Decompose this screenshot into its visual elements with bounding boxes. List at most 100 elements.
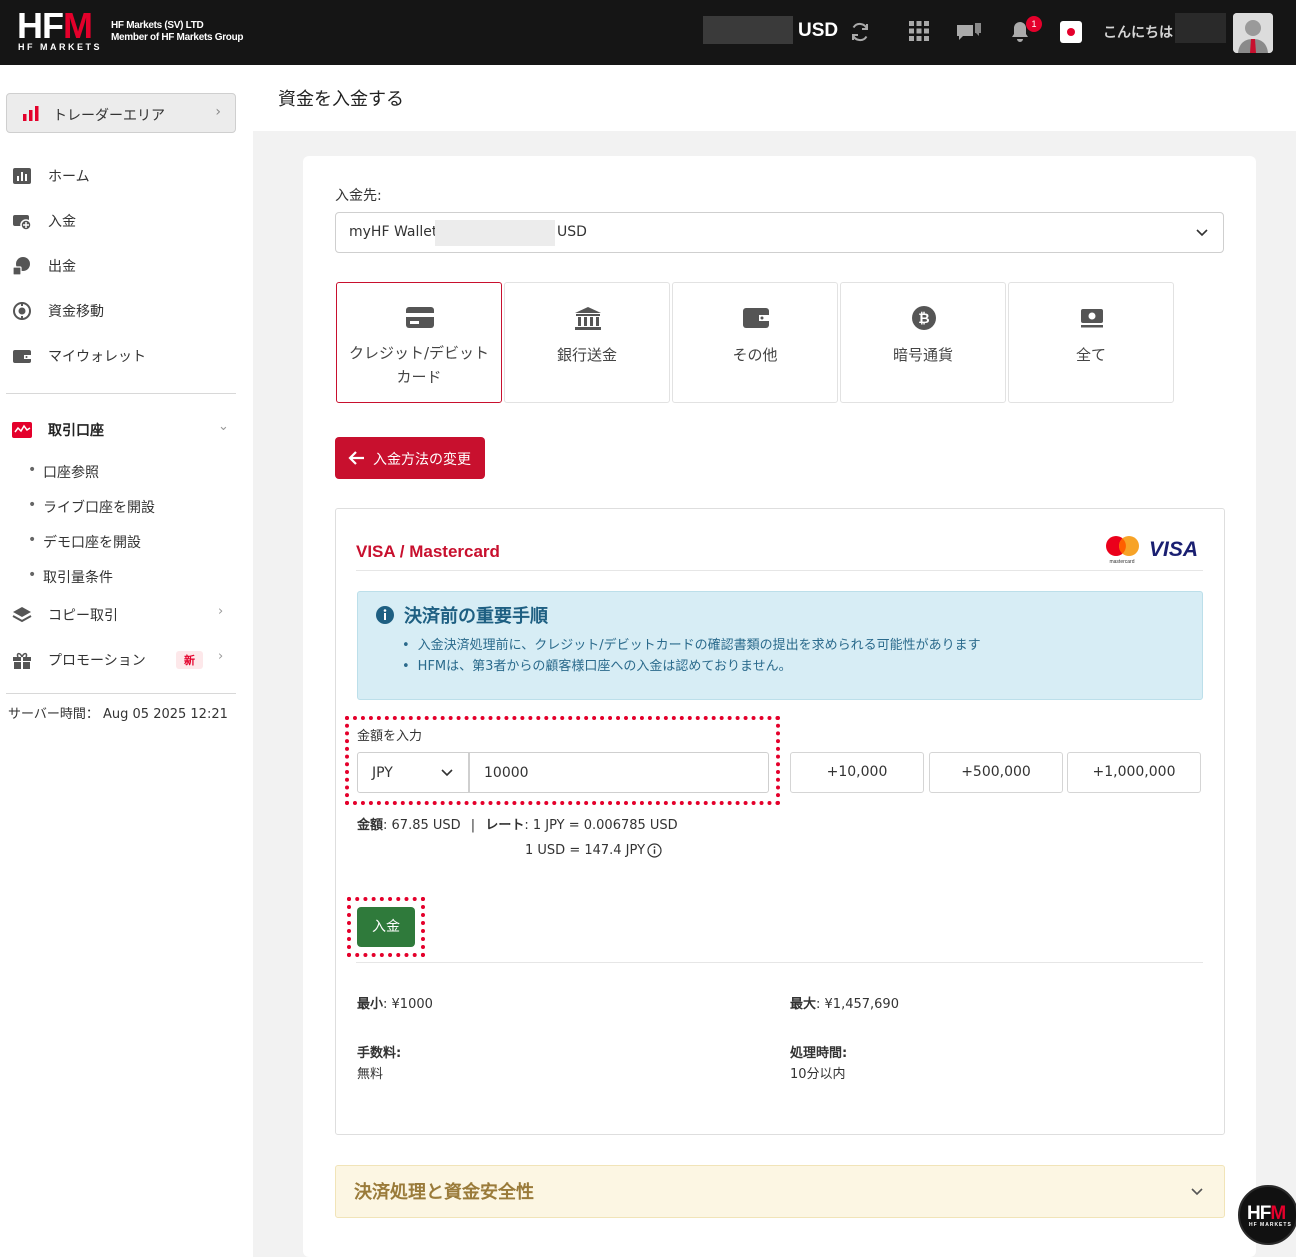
quick-add-500000-button[interactable]: +500,000 bbox=[929, 752, 1063, 793]
chevron-down-icon bbox=[1196, 229, 1208, 237]
deposit-button[interactable]: 入金 bbox=[357, 907, 415, 947]
sidebar-item-label: マイウォレット bbox=[48, 349, 146, 365]
reverse-rate: 1 USD = 147.4 JPY bbox=[525, 843, 646, 858]
logo-subtitle: HF MARKETS bbox=[18, 42, 102, 52]
chevron-right-icon: › bbox=[218, 649, 224, 664]
method-label: クレジット/デビットカード bbox=[348, 344, 490, 386]
sidebar-subitem-accounts[interactable]: 口座参照 bbox=[28, 462, 99, 482]
visa-text: VISA bbox=[1149, 538, 1198, 561]
bitcoin-icon: ₿ bbox=[912, 306, 936, 330]
card-brands-logo: mastercard VISA bbox=[1106, 536, 1198, 565]
method-label: 銀行送金 bbox=[556, 346, 617, 364]
wallet-icon bbox=[743, 308, 769, 328]
max-amount: 最大: ¥1,457,690 bbox=[790, 997, 899, 1012]
sidebar-item-trading-accounts[interactable]: 取引口座 ⌄ bbox=[0, 415, 253, 445]
amount-input[interactable] bbox=[469, 752, 769, 793]
balance-currency: USD bbox=[798, 20, 839, 41]
deposit-icon bbox=[13, 215, 32, 231]
chat-icon[interactable] bbox=[955, 20, 983, 44]
info-item: 入金決済処理前に、クレジット/デビットカードの確認書類の提出を求められる可能性が… bbox=[402, 634, 981, 653]
sidebar-item-label: ホーム bbox=[48, 169, 90, 185]
method-label: 暗号通貨 bbox=[892, 346, 953, 364]
fee-value: 無料 bbox=[357, 1067, 384, 1082]
currency-select[interactable]: JPY bbox=[357, 752, 469, 793]
sidebar-item-withdraw[interactable]: 出金 bbox=[0, 251, 253, 281]
page-title: 資金を入金する bbox=[278, 89, 404, 110]
method-other[interactable]: その他 bbox=[672, 282, 838, 403]
bar-chart-icon bbox=[23, 106, 39, 121]
sidebar-item-copy-trading[interactable]: コピー取引 › bbox=[0, 600, 253, 630]
sidebar-divider bbox=[6, 693, 236, 694]
top-header: HFM HF MARKETS HF Markets (SV) LTD Membe… bbox=[0, 0, 1296, 65]
quick-add-1000000-button[interactable]: +1,000,000 bbox=[1067, 752, 1201, 793]
sidebar-item-label: プロモーション bbox=[48, 653, 146, 669]
username-redacted bbox=[1175, 13, 1226, 43]
chevron-down-icon bbox=[441, 769, 453, 777]
sidebar-divider bbox=[6, 393, 236, 394]
sidebar-item-label: 出金 bbox=[48, 259, 76, 275]
trading-accounts-icon bbox=[12, 422, 32, 438]
logo-wordmark: HFM bbox=[17, 5, 93, 46]
sidebar-subitem-open-live[interactable]: ライブ口座を開設 bbox=[28, 497, 155, 517]
wallet-id-redacted bbox=[435, 220, 555, 246]
stats-icon bbox=[13, 168, 31, 184]
sidebar-item-promotions[interactable]: プロモーション 新 › bbox=[0, 645, 253, 675]
method-card[interactable]: クレジット/デビットカード bbox=[336, 282, 502, 403]
info-title: 決済前の重要手順 bbox=[404, 606, 548, 627]
chat-launcher-button[interactable]: HFM HF MARKETS bbox=[1238, 1185, 1296, 1245]
credit-card-icon bbox=[406, 307, 434, 328]
mastercard-text: mastercard bbox=[1109, 559, 1134, 565]
info-icon bbox=[376, 606, 394, 624]
user-avatar-icon bbox=[1233, 13, 1273, 53]
chevron-right-icon: › bbox=[215, 104, 221, 120]
payment-panel: VISA / Mastercard mastercard VISA 決済前の重要… bbox=[335, 508, 1225, 1135]
method-bank[interactable]: 銀行送金 bbox=[504, 282, 670, 403]
wallet-select[interactable]: myHF Wallet: USD bbox=[335, 212, 1224, 253]
apps-grid-icon[interactable] bbox=[908, 20, 930, 42]
sidebar-item-label: 資金移動 bbox=[48, 304, 104, 320]
page-title-bar: 資金を入金する bbox=[253, 65, 1296, 131]
sidebar-item-wallet[interactable]: マイウォレット bbox=[0, 341, 253, 371]
japan-flag-icon[interactable] bbox=[1060, 21, 1082, 43]
greeting-text: こんにちは bbox=[1103, 25, 1173, 41]
sidebar-subitem-volume[interactable]: 取引量条件 bbox=[28, 567, 113, 587]
gift-icon bbox=[13, 652, 31, 669]
hfm-logo[interactable]: HFM HF MARKETS bbox=[17, 5, 103, 54]
arrow-left-icon bbox=[348, 451, 364, 465]
deposit-to-label: 入金先: bbox=[335, 188, 382, 204]
sidebar-item-transfer[interactable]: 資金移動 bbox=[0, 296, 253, 326]
server-time: サーバー時間： Aug 05 2025 12:21 bbox=[8, 707, 228, 722]
method-label: その他 bbox=[732, 346, 778, 364]
transfer-icon bbox=[13, 302, 31, 320]
method-crypto[interactable]: ₿ 暗号通貨 bbox=[840, 282, 1006, 403]
company-info: HF Markets (SV) LTD Member of HF Markets… bbox=[111, 20, 244, 43]
sidebar-item-label: 取引口座 bbox=[48, 423, 104, 439]
quick-add-10000-button[interactable]: +10,000 bbox=[790, 752, 924, 793]
bank-icon bbox=[575, 307, 601, 330]
balance-redacted bbox=[703, 16, 793, 44]
security-accordion[interactable]: 決済処理と資金安全性 bbox=[335, 1165, 1225, 1218]
method-label: 全て bbox=[1075, 346, 1106, 364]
trader-area-label: トレーダーエリア bbox=[53, 108, 165, 124]
important-info-box: 決済前の重要手順 入金決済処理前に、クレジット/デビットカードの確認書類の提出を… bbox=[357, 591, 1203, 700]
method-all[interactable]: 全て bbox=[1008, 282, 1174, 403]
info-circle-icon[interactable] bbox=[647, 843, 662, 858]
refresh-icon[interactable] bbox=[848, 20, 872, 44]
divider bbox=[356, 962, 1203, 963]
sidebar: トレーダーエリア › ホーム 入金 出金 資金移動 マイウォレット 取引口座 ⌄… bbox=[0, 65, 253, 1257]
chevron-right-icon: › bbox=[218, 604, 224, 619]
min-amount: 最小: ¥1000 bbox=[357, 997, 433, 1012]
sidebar-item-deposit[interactable]: 入金 bbox=[0, 206, 253, 236]
conversion-summary: 金額: 67.85 USD | レート: 1 JPY = 0.006785 US… bbox=[357, 818, 678, 833]
notification-badge: 1 bbox=[1026, 16, 1042, 32]
wallet-currency: USD bbox=[557, 224, 587, 240]
trader-area-button[interactable]: トレーダーエリア › bbox=[6, 93, 236, 133]
change-method-button[interactable]: 入金方法の変更 bbox=[335, 437, 485, 479]
sidebar-subitem-open-demo[interactable]: デモ口座を開設 bbox=[28, 532, 141, 552]
avatar[interactable] bbox=[1233, 13, 1273, 53]
sidebar-item-label: コピー取引 bbox=[48, 608, 118, 624]
sidebar-item-label: 入金 bbox=[48, 214, 76, 230]
sidebar-item-home[interactable]: ホーム bbox=[0, 161, 253, 191]
currency-value: JPY bbox=[372, 765, 393, 781]
wallet-prefix: myHF Wallet: bbox=[349, 224, 443, 240]
